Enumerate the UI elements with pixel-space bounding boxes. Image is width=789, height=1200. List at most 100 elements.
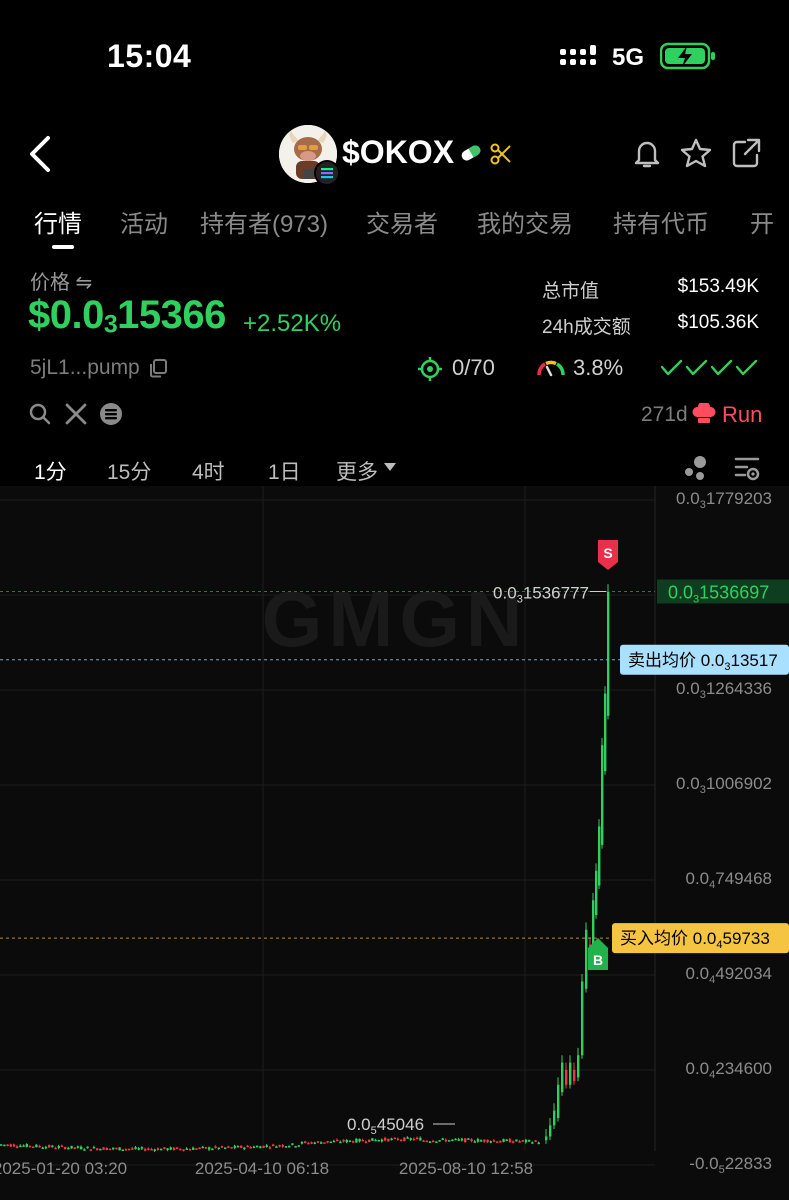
candle-body bbox=[577, 1055, 580, 1078]
candle-body bbox=[604, 693, 607, 772]
candle-body bbox=[128, 1148, 131, 1151]
candle-body bbox=[57, 1146, 60, 1148]
candle-body bbox=[329, 1141, 332, 1144]
price-chart[interactable]: GMGN 0.0317792030.0315217700.0312643360.… bbox=[0, 486, 789, 1200]
candle-body bbox=[332, 1140, 336, 1143]
candle-body bbox=[185, 1148, 188, 1150]
candle-body bbox=[352, 1141, 355, 1143]
candle-body bbox=[144, 1149, 147, 1151]
candle-body bbox=[492, 1140, 496, 1142]
y-axis-label: 0.031006902 bbox=[676, 774, 772, 796]
candle-body bbox=[528, 1139, 531, 1142]
current-price: $0.0315366 bbox=[28, 293, 226, 339]
candle-body bbox=[534, 1140, 537, 1142]
candle-body bbox=[364, 1141, 368, 1144]
candle-body bbox=[549, 1125, 552, 1137]
tab-more[interactable]: 开 bbox=[750, 204, 774, 239]
solana-icon bbox=[314, 160, 340, 186]
sell-avg-tag: 卖出均价 0.0313517 bbox=[628, 651, 778, 673]
price-label[interactable]: 价格 ⇋ bbox=[30, 266, 92, 295]
candle-body bbox=[371, 1138, 374, 1141]
candle-body bbox=[464, 1138, 467, 1142]
candle-body bbox=[275, 1146, 278, 1148]
candle-body bbox=[545, 1136, 548, 1141]
candle-body bbox=[403, 1137, 406, 1142]
timeframe-4h[interactable]: 4时 bbox=[192, 456, 225, 486]
candle-body bbox=[272, 1144, 275, 1147]
candle-body bbox=[432, 1140, 435, 1143]
share-icon[interactable] bbox=[729, 136, 763, 170]
candle-body bbox=[243, 1147, 246, 1150]
candle-body bbox=[422, 1140, 425, 1142]
high-price-marker: 0.031536777 bbox=[493, 583, 589, 605]
candle-body bbox=[470, 1139, 473, 1142]
candle-body bbox=[473, 1141, 476, 1143]
tab-holdings[interactable]: 持有代币 bbox=[613, 204, 709, 239]
candle-body bbox=[310, 1142, 313, 1144]
candle-body bbox=[28, 1145, 32, 1148]
candle-body bbox=[607, 591, 610, 716]
candle-body bbox=[294, 1146, 297, 1148]
candle-body bbox=[291, 1143, 294, 1145]
candle-body bbox=[300, 1141, 304, 1144]
tab-market[interactable]: 行情 bbox=[34, 204, 82, 239]
candle-body bbox=[22, 1145, 25, 1147]
search-icon[interactable] bbox=[28, 402, 52, 426]
candle-body bbox=[73, 1147, 76, 1149]
candle-body bbox=[515, 1139, 518, 1142]
candle-body bbox=[140, 1147, 144, 1149]
back-icon[interactable] bbox=[26, 134, 54, 174]
timeframe-1d[interactable]: 1日 bbox=[268, 456, 301, 486]
timeframe-15m[interactable]: 15分 bbox=[107, 456, 151, 486]
candle-body bbox=[3, 1144, 6, 1147]
candle-body bbox=[595, 870, 598, 916]
candle-body bbox=[64, 1147, 67, 1150]
chef-hat-icon bbox=[692, 403, 716, 423]
tab-activity[interactable]: 活动 bbox=[120, 204, 168, 239]
chart-watermark: GMGN bbox=[262, 575, 529, 663]
candle-body bbox=[233, 1145, 236, 1148]
candle-body bbox=[172, 1147, 176, 1151]
candle-body bbox=[573, 1070, 576, 1082]
candle-body bbox=[246, 1145, 249, 1148]
candle-body bbox=[224, 1147, 227, 1149]
candle-body bbox=[230, 1147, 233, 1149]
candle-body bbox=[380, 1139, 384, 1142]
star-icon[interactable] bbox=[679, 136, 713, 170]
indicators-icon[interactable] bbox=[682, 454, 710, 482]
candle-body bbox=[387, 1138, 390, 1142]
candle-body bbox=[486, 1139, 489, 1143]
candle-body bbox=[208, 1147, 211, 1150]
copy-icon[interactable] bbox=[148, 358, 168, 378]
candle-body bbox=[115, 1147, 118, 1150]
y-axis-label: 0.04492034 bbox=[686, 964, 773, 986]
candle-body bbox=[147, 1148, 150, 1150]
candle-body bbox=[195, 1148, 198, 1150]
website-icon[interactable] bbox=[99, 402, 123, 426]
holders-ratio: 0/70 bbox=[452, 355, 495, 380]
candle-body bbox=[32, 1146, 35, 1149]
timeframe-more[interactable]: 更多 bbox=[336, 456, 378, 486]
candle-body bbox=[137, 1148, 140, 1150]
tab-traders[interactable]: 交易者 bbox=[366, 204, 438, 239]
current-price-tag: 0.031536697 bbox=[668, 582, 769, 605]
chart-settings-icon[interactable] bbox=[733, 454, 761, 482]
candle-body bbox=[416, 1137, 419, 1140]
candle-body bbox=[102, 1147, 105, 1150]
tab-my-trades[interactable]: 我的交易 bbox=[477, 204, 573, 239]
candle-body bbox=[25, 1143, 28, 1147]
candle-body bbox=[188, 1148, 192, 1151]
candle-body bbox=[60, 1145, 64, 1148]
bell-icon[interactable] bbox=[630, 136, 664, 170]
x-twitter-icon[interactable] bbox=[64, 402, 88, 426]
candle-body bbox=[467, 1138, 470, 1140]
candle-body bbox=[598, 826, 601, 886]
timeframe-1m[interactable]: 1分 bbox=[34, 456, 67, 486]
signal-icon bbox=[560, 45, 596, 65]
candle-body bbox=[454, 1138, 457, 1141]
candle-body bbox=[76, 1146, 80, 1148]
candle-body bbox=[307, 1142, 310, 1145]
tab-holders[interactable]: 持有者(973) bbox=[200, 204, 328, 239]
contract-address[interactable]: 5jL1...pump bbox=[30, 356, 140, 380]
buy-avg-tag: 买入均价 0.0459733 bbox=[620, 929, 770, 951]
